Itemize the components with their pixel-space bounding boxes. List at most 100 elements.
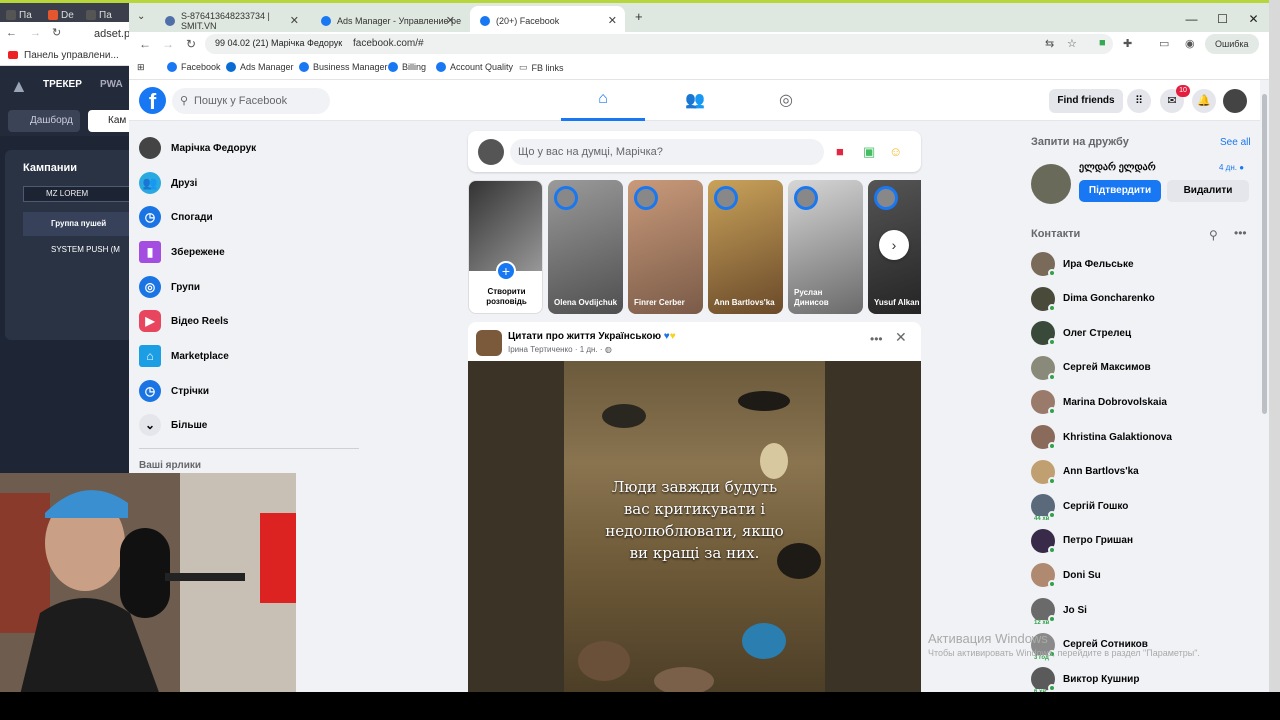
tab-tracker[interactable]: ТРЕКЕР: [43, 79, 82, 90]
back-bookmark-label[interactable]: Панель управлени...: [24, 50, 119, 61]
avatar[interactable]: [1031, 164, 1071, 204]
back-tab-1[interactable]: Па: [6, 8, 32, 22]
new-tab-icon[interactable]: +: [635, 9, 643, 24]
story-card[interactable]: Руслан Динисов: [788, 180, 863, 314]
more-options-icon[interactable]: •••: [1234, 226, 1247, 240]
forward-icon[interactable]: →: [162, 37, 174, 51]
site-chip[interactable]: 99 04.02 (21) Марічка Федорук: [215, 38, 342, 48]
photo-icon[interactable]: ▣: [863, 144, 875, 160]
plus-icon[interactable]: +: [496, 261, 516, 281]
close-tab-icon[interactable]: ✕: [446, 14, 455, 27]
avatar[interactable]: [478, 139, 504, 165]
bookmark-ads-manager[interactable]: Ads Manager: [226, 62, 294, 72]
story-card[interactable]: Ann Bartlovs'ka: [708, 180, 783, 314]
bookmark-fb-links[interactable]: ▭ FB links: [519, 62, 564, 73]
close-tab-icon[interactable]: ✕: [608, 14, 617, 27]
facebook-logo-icon[interactable]: f: [139, 87, 166, 114]
scrollbar-thumb[interactable]: [1262, 94, 1267, 414]
feeling-icon[interactable]: ☺: [889, 144, 902, 159]
home-icon[interactable]: ⌂: [593, 90, 613, 110]
bookmark-facebook[interactable]: Facebook: [167, 62, 221, 72]
contact-item[interactable]: Marina Dobrovolskaia: [1031, 387, 1167, 417]
apps-icon[interactable]: ⊞: [137, 62, 145, 73]
back-icon[interactable]: ←: [139, 37, 151, 51]
post-image[interactable]: Люди завжди будуть вас критикувати і нед…: [468, 361, 921, 692]
camera-icon[interactable]: ▭: [1159, 37, 1169, 50]
bookmark-account-quality[interactable]: Account Quality: [436, 62, 513, 72]
bookmark-billing[interactable]: Billing: [388, 62, 426, 72]
sidebar-item-friends[interactable]: 👥 Друзі: [139, 169, 197, 197]
contact-item[interactable]: 6 хв Виктор Кушнир: [1031, 664, 1139, 692]
back-tab-3[interactable]: Па: [86, 8, 112, 22]
see-all-link[interactable]: See all: [1220, 137, 1251, 148]
request-name[interactable]: ელდარ ელდარ: [1079, 162, 1156, 173]
more-options-icon[interactable]: •••: [870, 332, 883, 346]
create-story-card[interactable]: + Створити розповідь: [468, 180, 543, 314]
sidebar-item-more[interactable]: ⌄ Більше: [139, 411, 207, 439]
tab-pwa[interactable]: PWA: [100, 79, 123, 90]
live-video-icon[interactable]: ■: [836, 144, 844, 159]
page-scrollbar[interactable]: [1260, 80, 1269, 692]
confirm-button[interactable]: Підтвердити: [1079, 180, 1161, 202]
back-arrow-icon[interactable]: ←: [6, 27, 17, 39]
maximize-icon[interactable]: ☐: [1207, 6, 1238, 32]
url-text[interactable]: facebook.com/#: [353, 38, 424, 49]
post-page-name[interactable]: Цитати про життя Українською ♥♥: [508, 331, 676, 342]
table-header[interactable]: Группа пушей: [23, 212, 140, 236]
tab-smit[interactable]: S-876413648233734 | SMIT.VN ✕: [155, 6, 307, 35]
find-friends-button[interactable]: Find friends: [1049, 89, 1123, 113]
composer-input[interactable]: Що у вас на думці, Марічка?: [510, 139, 824, 165]
close-window-icon[interactable]: ✕: [1238, 6, 1269, 32]
contact-item[interactable]: 44 хв Сергій Гошко: [1031, 491, 1128, 523]
campaign-search-input[interactable]: MZ LOREM: [23, 186, 140, 202]
profile-icon[interactable]: ◉: [1185, 37, 1195, 50]
fb-search-input[interactable]: ⚲ Пошук у Facebook: [172, 88, 330, 114]
sidebar-item-marketplace[interactable]: ⌂ Marketplace: [139, 342, 229, 370]
minimize-icon[interactable]: —: [1176, 6, 1207, 32]
reload-icon[interactable]: ↻: [52, 26, 61, 39]
contact-item[interactable]: Петро Гришан: [1031, 526, 1133, 556]
dashboard-button[interactable]: Дашборд: [8, 110, 80, 132]
contact-item[interactable]: Doni Su: [1031, 560, 1101, 590]
forward-arrow-icon[interactable]: →: [30, 27, 41, 39]
table-row[interactable]: SYSTEM PUSH (M: [23, 238, 140, 262]
page-avatar[interactable]: [476, 330, 502, 356]
contact-item[interactable]: Олег Стрелец: [1031, 318, 1131, 348]
close-tab-icon[interactable]: ✕: [290, 14, 299, 27]
post-time[interactable]: 1 дн.: [580, 345, 598, 354]
story-card[interactable]: Finrer Cerber: [628, 180, 703, 314]
groups-icon[interactable]: ◎: [776, 90, 796, 110]
translate-icon[interactable]: ⇆: [1045, 37, 1054, 50]
friends-icon[interactable]: 👥: [685, 90, 705, 110]
sidebar-item-reels[interactable]: ▶ Відео Reels: [139, 307, 228, 335]
menu-grid-icon[interactable]: ⠿: [1127, 89, 1151, 113]
back-address-bar[interactable]: ← → ↻ adset.pr: [0, 22, 140, 46]
address-bar[interactable]: 99 04.02 (21) Марічка Федорук facebook.c…: [205, 34, 1113, 54]
back-tab-2[interactable]: De: [48, 8, 74, 22]
bookmark-business-manager[interactable]: Business Manager: [299, 62, 388, 72]
contact-item[interactable]: Khristina Galaktionova: [1031, 422, 1172, 452]
tab-ads-manager[interactable]: Ads Manager - Управление ре ✕: [311, 6, 463, 35]
error-button[interactable]: Ошибка ⋮: [1205, 34, 1259, 69]
tab-facebook[interactable]: (20+) Facebook ✕: [470, 6, 625, 35]
notifications-icon[interactable]: 🔔: [1192, 89, 1216, 113]
account-avatar[interactable]: [1223, 89, 1247, 113]
contact-item[interactable]: Сергей Максимов: [1031, 353, 1151, 383]
sidebar-item-memories[interactable]: ◷ Спогади: [139, 203, 213, 231]
puzzle-icon[interactable]: ✚: [1123, 37, 1132, 50]
star-icon[interactable]: ☆: [1067, 37, 1077, 50]
contact-item[interactable]: Ann Bartlovs'ka: [1031, 457, 1139, 487]
tab-search-icon[interactable]: ⌄: [137, 11, 145, 22]
extension-green-icon[interactable]: ■: [1099, 37, 1106, 49]
contact-item[interactable]: Dima Goncharenko: [1031, 284, 1155, 314]
contact-item[interactable]: Ира Фельське: [1031, 249, 1134, 279]
chevron-right-icon[interactable]: ›: [879, 230, 909, 260]
contact-item[interactable]: 12 хв Jo Si: [1031, 595, 1087, 626]
reload-icon[interactable]: ↻: [186, 37, 196, 51]
delete-button[interactable]: Видалити: [1167, 180, 1249, 202]
sidebar-item-saved[interactable]: ▮ Збережене: [139, 238, 225, 266]
sidebar-item-feeds[interactable]: ◷ Стрічки: [139, 377, 209, 405]
close-icon[interactable]: ✕: [895, 329, 907, 346]
sidebar-item-profile[interactable]: Марічка Федорук: [139, 134, 256, 162]
post-author[interactable]: Ірина Тертиченко: [508, 345, 573, 354]
